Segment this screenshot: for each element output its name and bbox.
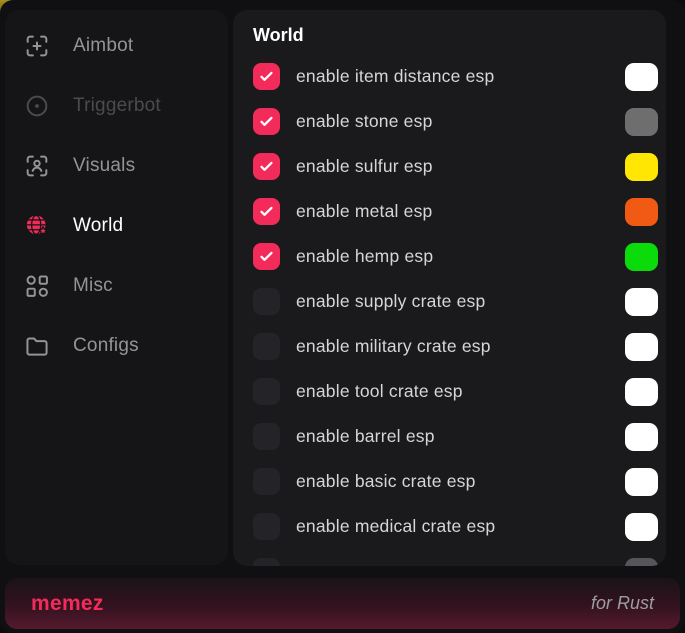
esp-option-label: enable sulfur esp <box>296 156 625 177</box>
checkmark-icon <box>258 113 275 130</box>
esp-option-row: enable barrel esp <box>233 414 666 459</box>
crosshair-icon <box>23 32 51 60</box>
checkmark-icon <box>258 68 275 85</box>
esp-color-swatch[interactable] <box>625 243 658 271</box>
sidebar-item-visuals[interactable]: Visuals <box>5 136 228 196</box>
options-scroll-area[interactable]: enable item distance esp enable stone es… <box>233 54 666 566</box>
esp-checkbox[interactable] <box>253 108 280 135</box>
esp-option-row <box>233 549 666 566</box>
sidebar-item-aimbot[interactable]: Aimbot <box>5 16 228 76</box>
esp-checkbox[interactable] <box>253 513 280 540</box>
target-dot-icon <box>23 92 51 120</box>
sidebar-item-label: Visuals <box>73 155 135 177</box>
esp-option-row: enable supply crate esp <box>233 279 666 324</box>
esp-color-swatch[interactable] <box>625 153 658 181</box>
esp-option-row: enable metal esp <box>233 189 666 234</box>
esp-option-label: enable barrel esp <box>296 426 625 447</box>
esp-option-row: enable medical crate esp <box>233 504 666 549</box>
footer-bar: memez for Rust <box>5 578 680 629</box>
esp-checkbox[interactable] <box>253 558 280 566</box>
esp-option-label: enable medical crate esp <box>296 516 625 537</box>
sidebar-nav: Aimbot Triggerbot Visuals World Misc Con… <box>5 10 228 565</box>
sidebar-item-world[interactable]: World <box>5 196 228 256</box>
esp-option-label: enable metal esp <box>296 201 625 222</box>
esp-option-row: enable military crate esp <box>233 324 666 369</box>
sidebar-item-label: Aimbot <box>73 35 133 57</box>
esp-option-row: enable sulfur esp <box>233 144 666 189</box>
esp-checkbox[interactable] <box>253 63 280 90</box>
globe-star-icon <box>23 212 51 240</box>
esp-option-row: enable tool crate esp <box>233 369 666 414</box>
esp-checkbox[interactable] <box>253 153 280 180</box>
esp-checkbox[interactable] <box>253 288 280 315</box>
sidebar-item-label: Configs <box>73 335 139 357</box>
esp-option-label: enable tool crate esp <box>296 381 625 402</box>
esp-option-row: enable item distance esp <box>233 54 666 99</box>
esp-option-row: enable stone esp <box>233 99 666 144</box>
esp-color-swatch[interactable] <box>625 198 658 226</box>
panel-title: World <box>233 10 666 54</box>
esp-option-label: enable stone esp <box>296 111 625 132</box>
cheat-menu-window: Aimbot Triggerbot Visuals World Misc Con… <box>0 0 685 633</box>
esp-color-swatch[interactable] <box>625 63 658 91</box>
esp-color-swatch[interactable] <box>625 513 658 541</box>
esp-color-swatch[interactable] <box>625 558 658 567</box>
checkmark-icon <box>258 248 275 265</box>
person-scan-icon <box>23 152 51 180</box>
esp-option-row: enable hemp esp <box>233 234 666 279</box>
sidebar-item-label: Misc <box>73 275 113 297</box>
esp-checkbox[interactable] <box>253 198 280 225</box>
categories-icon <box>23 272 51 300</box>
sidebar-item-misc[interactable]: Misc <box>5 256 228 316</box>
app-window: Aimbot Triggerbot Visuals World Misc Con… <box>0 0 685 633</box>
esp-option-row: enable basic crate esp <box>233 459 666 504</box>
sidebar-item-label: Triggerbot <box>73 95 161 117</box>
esp-option-label: enable item distance esp <box>296 66 625 87</box>
esp-checkbox[interactable] <box>253 423 280 450</box>
esp-color-swatch[interactable] <box>625 378 658 406</box>
esp-color-swatch[interactable] <box>625 423 658 451</box>
world-panel: World enable item distance esp enable st… <box>233 10 666 566</box>
esp-checkbox[interactable] <box>253 243 280 270</box>
brand-name: memez <box>31 592 104 616</box>
esp-color-swatch[interactable] <box>625 468 658 496</box>
sidebar-item-label: World <box>73 215 123 237</box>
esp-color-swatch[interactable] <box>625 288 658 316</box>
esp-option-label: enable supply crate esp <box>296 291 625 312</box>
esp-option-label: enable military crate esp <box>296 336 625 357</box>
esp-checkbox[interactable] <box>253 378 280 405</box>
esp-checkbox[interactable] <box>253 468 280 495</box>
brand-tagline: for Rust <box>591 593 654 614</box>
esp-option-label: enable hemp esp <box>296 246 625 267</box>
esp-color-swatch[interactable] <box>625 108 658 136</box>
esp-option-label: enable basic crate esp <box>296 471 625 492</box>
checkmark-icon <box>258 158 275 175</box>
esp-color-swatch[interactable] <box>625 333 658 361</box>
folder-icon <box>23 332 51 360</box>
esp-checkbox[interactable] <box>253 333 280 360</box>
checkmark-icon <box>258 203 275 220</box>
sidebar-item-triggerbot[interactable]: Triggerbot <box>5 76 228 136</box>
sidebar-item-configs[interactable]: Configs <box>5 316 228 376</box>
